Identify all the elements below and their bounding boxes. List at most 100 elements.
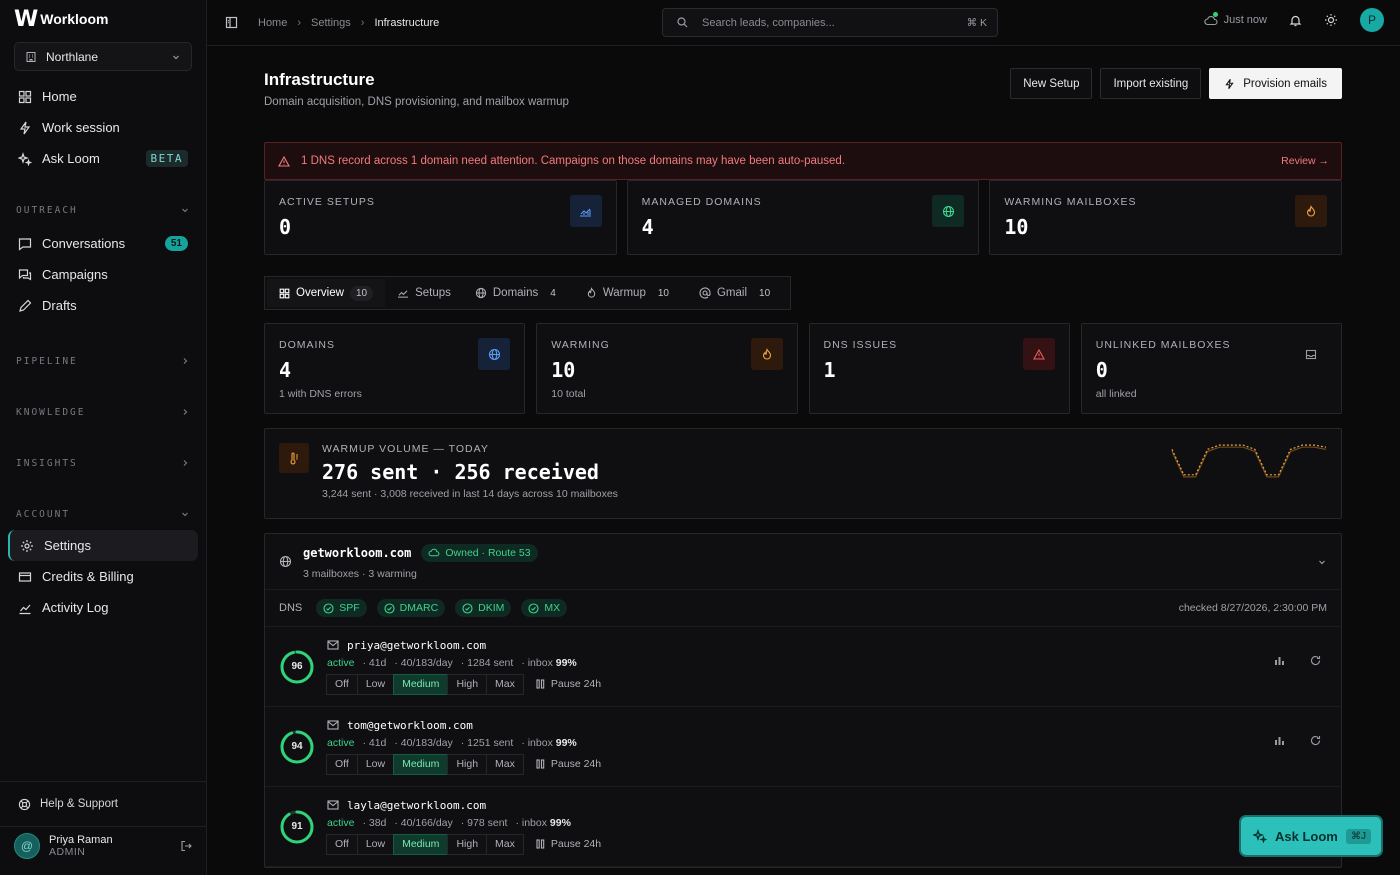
topbar: Home › Settings › Infrastructure Search … bbox=[207, 0, 1400, 46]
domain-owner-tag: Owned · Route 53 bbox=[421, 543, 538, 562]
bar-chart-icon[interactable] bbox=[1274, 655, 1285, 666]
section-knowledge[interactable]: KNOWLEDGE bbox=[0, 402, 206, 422]
grid-icon bbox=[279, 288, 290, 298]
warmup-level-high[interactable]: High bbox=[447, 753, 488, 775]
domain-header[interactable]: getworkloom.com Owned · Route 53 3 mailb… bbox=[265, 534, 1341, 590]
bolt-icon bbox=[19, 121, 31, 134]
tab-overview[interactable]: Overview 10 bbox=[267, 279, 386, 307]
tab-gmail[interactable]: Gmail 10 bbox=[687, 279, 788, 307]
warmup-level-medium[interactable]: Medium bbox=[393, 753, 449, 775]
section-title: INSIGHTS bbox=[16, 457, 78, 469]
dns-pill-label: DKIM bbox=[478, 602, 505, 614]
search-input[interactable]: Search leads, companies... ⌘ K bbox=[662, 8, 998, 37]
help-label: Help & Support bbox=[40, 798, 118, 810]
warmup-level-off[interactable]: Off bbox=[326, 833, 358, 855]
warmup-level-low[interactable]: Low bbox=[356, 753, 395, 775]
warmup-level-off[interactable]: Off bbox=[326, 753, 358, 775]
user-profile[interactable]: @ Priya Raman ADMIN bbox=[0, 826, 206, 875]
tab-setups[interactable]: Setups bbox=[385, 279, 463, 307]
warmup-level-selector: Off Low Medium High Max Pause 24h bbox=[326, 753, 601, 775]
sidebar-item-home[interactable]: Home bbox=[8, 81, 198, 112]
sidebar-item-conversations[interactable]: Conversations 51 bbox=[8, 228, 198, 259]
section-insights[interactable]: INSIGHTS bbox=[0, 453, 206, 473]
warmup-level-high[interactable]: High bbox=[447, 833, 488, 855]
tab-count: 10 bbox=[759, 287, 771, 299]
warmup-level-low[interactable]: Low bbox=[356, 833, 395, 855]
chevron-right-icon bbox=[183, 358, 188, 364]
inbox-icon bbox=[1295, 338, 1327, 370]
alert-message: 1 DNS record across 1 domain need attent… bbox=[301, 155, 846, 167]
breadcrumb-settings[interactable]: Settings bbox=[311, 17, 351, 29]
stat-sub: 10 total bbox=[551, 388, 586, 400]
sidebar-item-campaigns[interactable]: Campaigns bbox=[8, 259, 198, 290]
pause-button[interactable]: Pause 24h bbox=[536, 838, 601, 850]
sidebar-item-activity-log[interactable]: Activity Log bbox=[8, 592, 198, 623]
pause-button[interactable]: Pause 24h bbox=[536, 758, 601, 770]
flame-icon bbox=[1295, 195, 1328, 227]
sidebar-item-drafts[interactable]: Drafts bbox=[8, 290, 198, 321]
help-support-link[interactable]: Help & Support bbox=[0, 782, 206, 826]
pause-button[interactable]: Pause 24h bbox=[536, 678, 601, 690]
tab-label: Overview bbox=[296, 287, 344, 299]
cloud-icon bbox=[428, 548, 440, 557]
user-name: Priya Raman bbox=[49, 834, 113, 846]
mailbox-sent: · 1251 sent bbox=[460, 736, 514, 749]
warmup-level-low[interactable]: Low bbox=[356, 673, 395, 695]
logo-text: Workloom bbox=[40, 11, 109, 27]
warmup-level-selector: Off Low Medium High Max Pause 24h bbox=[326, 673, 601, 695]
tab-label: Gmail bbox=[716, 287, 748, 299]
sidebar-item-work-session[interactable]: Work session bbox=[8, 112, 198, 143]
breadcrumb-current: Infrastructure bbox=[374, 16, 440, 29]
warmup-level-off[interactable]: Off bbox=[326, 673, 358, 695]
new-setup-button[interactable]: New Setup bbox=[1010, 68, 1093, 99]
pause-icon bbox=[536, 839, 545, 849]
avatar[interactable]: P bbox=[1360, 8, 1384, 32]
ask-loom-button[interactable]: Ask Loom ⌘J bbox=[1241, 817, 1381, 855]
refresh-icon[interactable] bbox=[1310, 655, 1321, 666]
section-outreach[interactable]: OUTREACH bbox=[0, 200, 206, 220]
dns-pill-dmarc: DMARC bbox=[376, 599, 446, 617]
tab-warmup[interactable]: Warmup 10 bbox=[574, 279, 687, 307]
globe-icon bbox=[279, 555, 292, 568]
warmup-level-max[interactable]: Max bbox=[486, 833, 524, 855]
warmup-level-selector: Off Low Medium High Max Pause 24h bbox=[326, 833, 601, 855]
section-account[interactable]: ACCOUNT bbox=[0, 504, 206, 524]
logo[interactable]: W Workloom bbox=[0, 0, 206, 38]
sidebar-toggle-icon[interactable] bbox=[225, 16, 238, 29]
beta-badge: BETA bbox=[145, 150, 188, 167]
import-existing-button[interactable]: Import existing bbox=[1100, 68, 1202, 99]
warmup-level-medium[interactable]: Medium bbox=[393, 833, 449, 855]
stat-value: 10 bbox=[1004, 215, 1029, 239]
sun-icon[interactable] bbox=[1324, 13, 1338, 27]
warmup-level-max[interactable]: Max bbox=[486, 753, 524, 775]
bar-chart-icon[interactable] bbox=[1274, 735, 1285, 746]
thermometer-icon bbox=[279, 443, 309, 473]
bell-icon[interactable] bbox=[1289, 14, 1302, 27]
warmup-level-medium[interactable]: Medium bbox=[393, 673, 449, 695]
logout-icon[interactable] bbox=[180, 840, 192, 852]
dns-pill-label: MX bbox=[544, 602, 561, 614]
stat-label: WARMING bbox=[551, 339, 610, 351]
refresh-icon[interactable] bbox=[1310, 735, 1321, 746]
sidebar-item-settings[interactable]: Settings bbox=[8, 530, 198, 561]
logo-mark: W bbox=[14, 6, 38, 32]
warmup-level-high[interactable]: High bbox=[447, 673, 488, 695]
section-pipeline[interactable]: PIPELINE bbox=[0, 351, 206, 371]
stat-card-managed-domains: MANAGED DOMAINS 4 bbox=[626, 180, 980, 255]
grid-icon bbox=[18, 90, 32, 103]
warning-icon bbox=[278, 155, 290, 167]
mailbox-age: · 41d bbox=[362, 656, 387, 669]
sidebar-item-ask-loom[interactable]: Ask Loom BETA bbox=[8, 143, 198, 174]
inbox-label: · inbox bbox=[515, 816, 547, 829]
tab-domains[interactable]: Domains 4 bbox=[463, 279, 574, 307]
mailbox-rate: · 40/183/day bbox=[394, 736, 453, 749]
warmup-level-max[interactable]: Max bbox=[486, 673, 524, 695]
breadcrumb-home[interactable]: Home bbox=[258, 17, 287, 29]
sidebar-item-billing[interactable]: Credits & Billing bbox=[8, 561, 198, 592]
sidebar-footer: Help & Support @ Priya Raman ADMIN bbox=[0, 781, 206, 875]
provision-emails-button[interactable]: Provision emails bbox=[1209, 68, 1342, 99]
sync-status[interactable]: Just now bbox=[1203, 12, 1267, 26]
review-link[interactable]: Review → bbox=[1281, 155, 1329, 167]
chevron-down-icon[interactable] bbox=[1317, 557, 1327, 567]
workspace-switcher[interactable]: Northlane bbox=[14, 42, 192, 71]
